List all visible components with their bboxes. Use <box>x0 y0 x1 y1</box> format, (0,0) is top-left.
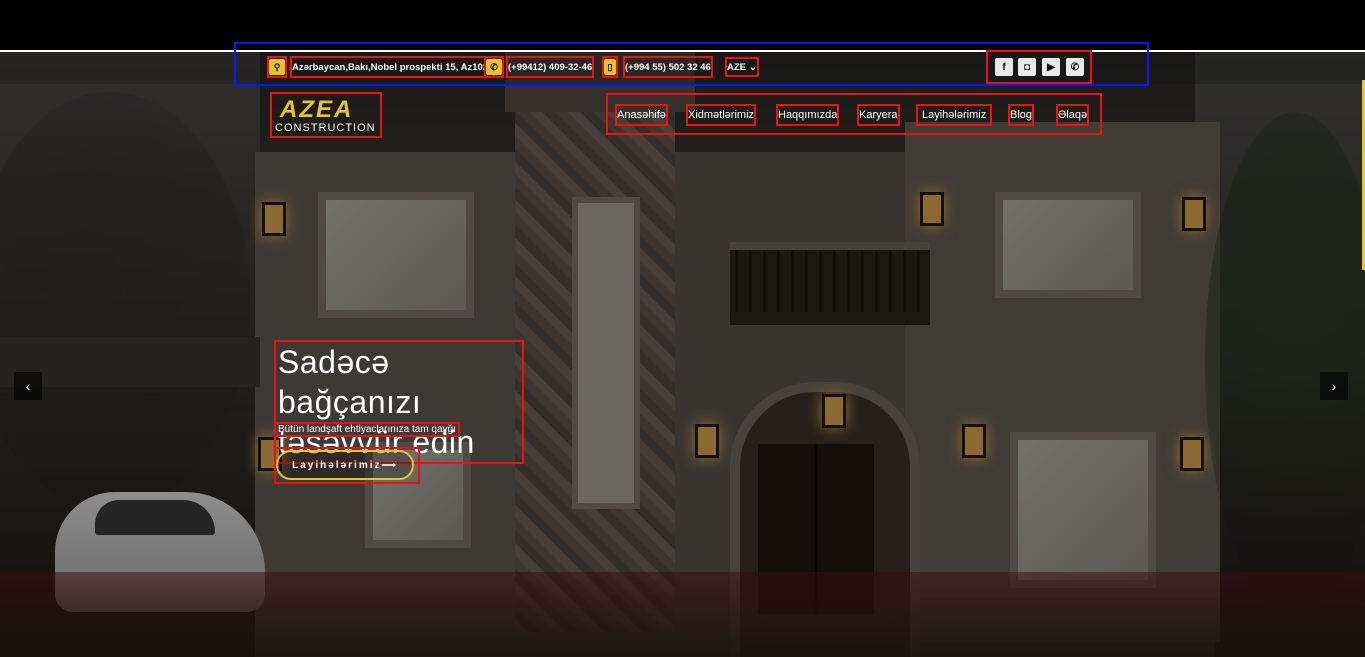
phone-link-1[interactable]: (+99412) 409-32-46 <box>505 56 595 78</box>
slider-next-arrow-icon[interactable]: › <box>1320 372 1348 400</box>
nav-item-blog[interactable]: Blog <box>1007 104 1035 126</box>
location-pin-icon: ⚲ <box>269 59 285 75</box>
whatsapp-icon[interactable]: ✆ <box>1066 58 1084 76</box>
hero-subtitle: Bütün landşaft ehtiyaclarınıza tam qayğı <box>274 422 460 437</box>
mobile-badge: ▯ <box>602 56 618 78</box>
projects-button[interactable]: Layihələrimiz⟶ <box>276 450 414 480</box>
nav-item-home[interactable]: Anasəhifə <box>615 104 668 126</box>
location-badge: ⚲ <box>267 56 287 78</box>
site-logo[interactable]: AZEA CONSTRUCTION <box>270 92 382 138</box>
mobile-phone-icon: ▯ <box>604 59 616 75</box>
facebook-icon[interactable]: f <box>995 58 1013 76</box>
language-selector[interactable]: AZE ⌄ <box>725 57 759 77</box>
nav-item-contact[interactable]: Əlaqə <box>1055 104 1090 126</box>
nav-item-about[interactable]: Haqqımızda <box>775 104 840 126</box>
nav-item-career[interactable]: Karyera <box>857 104 900 126</box>
phone-link-2[interactable]: (+994 55) 502 32 46 <box>623 56 713 78</box>
logo-mark: AZEA <box>280 96 354 123</box>
instagram-icon[interactable]: ◘ <box>1018 58 1036 76</box>
nav-item-projects[interactable]: Layihələrimiz <box>915 104 993 126</box>
logo-subtitle: CONSTRUCTION <box>275 122 376 134</box>
hero-title: Sadəcə bağçanızı təsəvvür edin <box>274 340 524 464</box>
hero-background <box>0 52 1365 657</box>
slider-prev-arrow-icon[interactable]: ‹ <box>14 372 42 400</box>
address-text: Azərbaycan,Bakı,Nobel prospekti 15, Az10… <box>289 56 496 78</box>
youtube-icon[interactable]: ▶ <box>1042 58 1060 76</box>
language-label: AZE <box>727 61 746 73</box>
phone-icon: ✆ <box>486 59 502 75</box>
phone-badge: ✆ <box>484 56 504 78</box>
hero-title-line-1: Sadəcə bağçanızı <box>278 344 422 420</box>
chevron-down-icon: ⌄ <box>749 61 757 73</box>
nav-item-services[interactable]: Xidmətlərimiz <box>685 104 757 126</box>
